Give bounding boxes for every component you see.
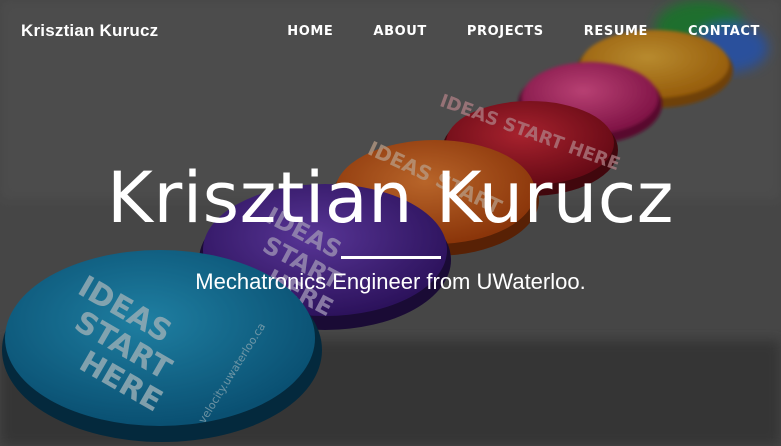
hero-divider	[340, 256, 441, 259]
hero-section: IDEAS START HERE IDEAS START IDEAS START…	[0, 0, 781, 446]
nav-contact[interactable]: CONTACT	[688, 24, 760, 39]
nav-resume[interactable]: RESUME	[584, 24, 648, 39]
brand-link[interactable]: Krisztian Kurucz	[21, 21, 158, 41]
hero-title: Krisztian Kurucz	[107, 157, 674, 239]
top-navbar: Krisztian Kurucz HOME ABOUT PROJECTS RES…	[0, 0, 781, 62]
nav-home[interactable]: HOME	[287, 24, 333, 39]
nav-links: HOME ABOUT PROJECTS RESUME CONTACT	[247, 24, 760, 39]
nav-about[interactable]: ABOUT	[373, 24, 426, 39]
hero-subtitle: Mechatronics Engineer from UWaterloo.	[195, 269, 586, 294]
hero-content: Krisztian Kurucz Mechatronics Engineer f…	[0, 150, 781, 295]
nav-projects[interactable]: PROJECTS	[467, 24, 544, 39]
